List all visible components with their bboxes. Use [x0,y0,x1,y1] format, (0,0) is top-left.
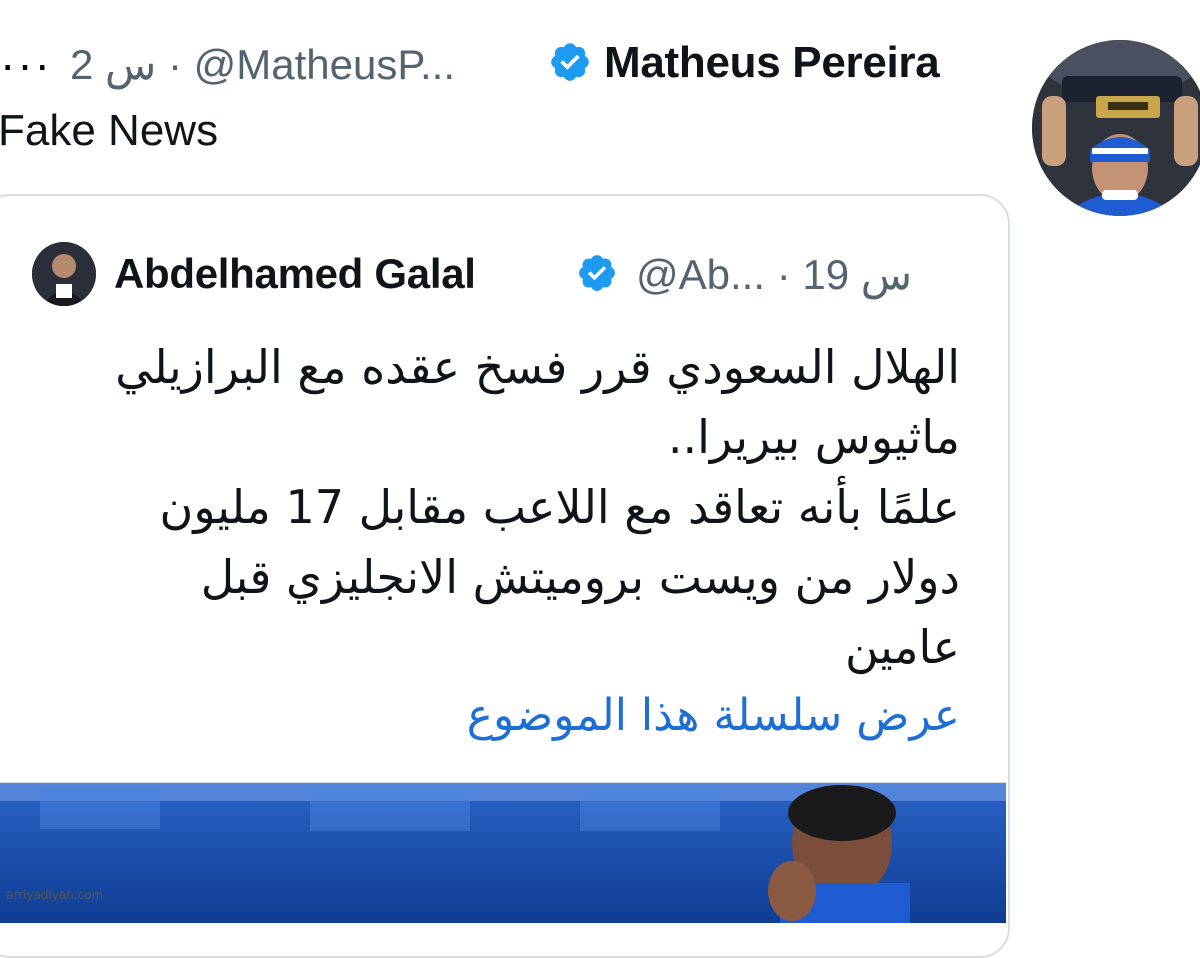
avatar-photo [1032,40,1200,216]
quoted-text-line: علمًا بأنه تعاقد مع اللاعب مقابل 17 مليو… [159,480,960,534]
author-handle[interactable]: @MatheusP... [194,41,455,88]
quoted-tweet-meta: @Ab... · 19 س [636,250,912,299]
quoted-text-line: عامين [845,620,960,674]
tweet-meta: 2 س · @MatheusP... [70,40,455,89]
quoted-avatar-photo [32,242,96,306]
quoted-author-name[interactable]: Abdelhamed Galal [114,250,476,298]
verified-badge-icon [551,43,589,81]
quoted-author-avatar[interactable] [32,242,96,306]
author-name[interactable]: Matheus Pereira [604,38,940,88]
quoted-text-line: ماثيوس بيريرا.. [667,410,960,464]
quoted-tweet-time[interactable]: 19 س [802,251,912,298]
meta-separator: · [167,41,182,88]
quoted-text-line: دولار من ويست بروميتش الانجليزي قبل [200,550,960,604]
quoted-tweet-text: الهلال السعودي قرر فسخ عقده مع البرازيلي… [80,332,960,682]
show-thread-link[interactable]: عرض سلسلة هذا الموضوع [467,690,960,741]
quoted-author-handle[interactable]: @Ab... [636,251,765,298]
tweet-time[interactable]: 2 س [70,41,156,88]
quoted-tweet-media[interactable] [0,782,1006,923]
more-options-icon[interactable]: ··· [0,41,50,87]
verified-badge-icon [579,255,615,291]
site-watermark: arriyadiyah.com [6,888,104,902]
media-photo [0,783,1006,923]
tweet-text: Fake News [0,106,219,155]
quoted-text-line: الهلال السعودي قرر فسخ عقده مع البرازيلي [115,340,960,394]
meta-separator: · [776,251,791,298]
author-avatar[interactable] [1032,40,1200,216]
